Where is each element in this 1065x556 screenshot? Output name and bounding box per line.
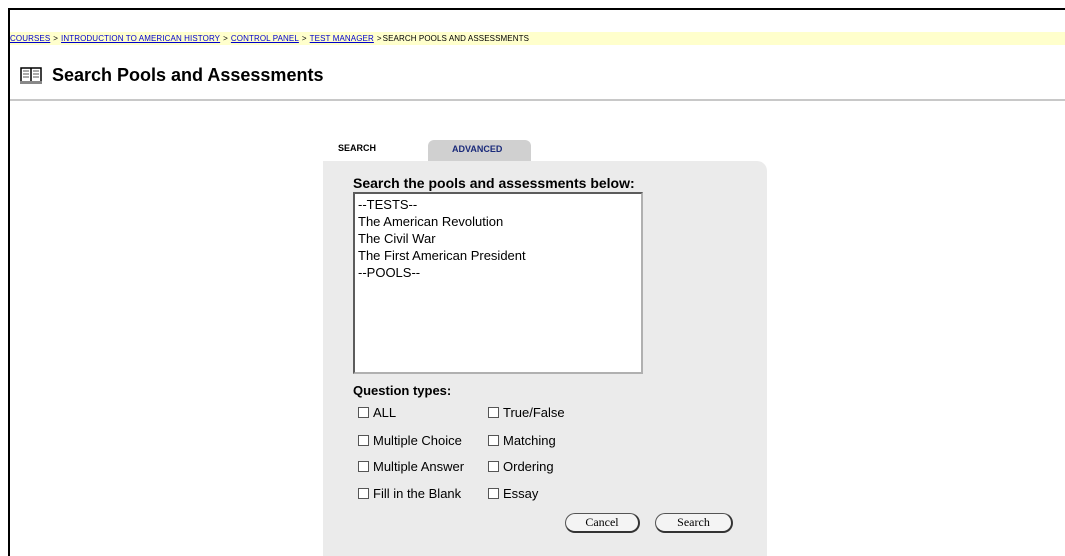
checkbox-label: Multiple Answer (373, 459, 465, 474)
checkbox-label: True/False (503, 405, 565, 420)
breadcrumb-separator: > (53, 34, 59, 43)
tab-search[interactable]: SEARCH (323, 135, 433, 161)
breadcrumb-separator: > (223, 34, 228, 43)
checkbox-matching[interactable]: Matching (488, 433, 556, 448)
checkbox-label: Essay (503, 486, 539, 501)
tab-advanced[interactable]: ADVANCED (428, 140, 531, 161)
checkbox-label: Multiple Choice (373, 433, 462, 448)
page-title: Search Pools and Assessments (52, 64, 324, 85)
title-divider (10, 99, 1065, 101)
checkbox-fill-in-blank[interactable]: Fill in the Blank (358, 486, 461, 501)
checkbox-label: Ordering (503, 459, 554, 474)
search-label: Search the pools and assessments below: (353, 175, 635, 191)
checkbox-multiple-answer[interactable]: Multiple Answer (358, 459, 464, 474)
checkbox-label: ALL (373, 405, 397, 420)
list-option[interactable]: --POOLS-- (358, 264, 638, 281)
question-types-label: Question types: (353, 383, 452, 398)
breadcrumb-link-courses[interactable]: COURSES (10, 34, 50, 43)
list-option[interactable]: The Civil War (358, 230, 638, 247)
breadcrumb-current: SEARCH POOLS AND ASSESSMENTS (382, 34, 530, 43)
cancel-button[interactable]: Cancel (565, 513, 640, 533)
checkbox-box[interactable] (488, 435, 499, 446)
checkbox-true-false[interactable]: True/False (488, 405, 565, 420)
search-panel: Search the pools and assessments below: … (323, 161, 767, 556)
checkbox-box[interactable] (488, 488, 499, 499)
checkbox-label: Fill in the Blank (373, 486, 462, 501)
checkbox-box[interactable] (358, 435, 369, 446)
breadcrumb-link-test-manager[interactable]: TEST MANAGER (310, 34, 374, 43)
checkbox-essay[interactable]: Essay (488, 486, 538, 501)
checkbox-label: Matching (503, 433, 556, 448)
checkbox-box[interactable] (358, 407, 369, 418)
page-header: Search Pools and Assessments (20, 64, 323, 86)
checkbox-box[interactable] (488, 461, 499, 472)
pools-assessments-listbox[interactable]: --TESTS-- The American Revolution The Ci… (353, 192, 643, 374)
checkbox-all[interactable]: ALL (358, 405, 396, 420)
list-option[interactable]: The First American President (358, 247, 638, 264)
breadcrumb-separator: > (301, 34, 307, 43)
checkbox-multiple-choice[interactable]: Multiple Choice (358, 433, 462, 448)
checkbox-box[interactable] (358, 488, 369, 499)
checkbox-box[interactable] (488, 407, 499, 418)
breadcrumb: COURSES > INTRODUCTION TO AMERICAN HISTORY… (10, 32, 1065, 45)
search-button[interactable]: Search (655, 513, 733, 533)
list-option[interactable]: --TESTS-- (358, 196, 638, 213)
checkbox-box[interactable] (358, 461, 369, 472)
breadcrumb-link-course[interactable]: INTRODUCTION TO AMERICAN HISTORY (61, 34, 220, 43)
breadcrumb-separator: > (376, 34, 382, 43)
book-icon (20, 67, 42, 84)
list-option[interactable]: The American Revolution (358, 213, 638, 230)
breadcrumb-link-control-panel[interactable]: CONTROL PANEL (231, 34, 299, 43)
checkbox-ordering[interactable]: Ordering (488, 459, 554, 474)
